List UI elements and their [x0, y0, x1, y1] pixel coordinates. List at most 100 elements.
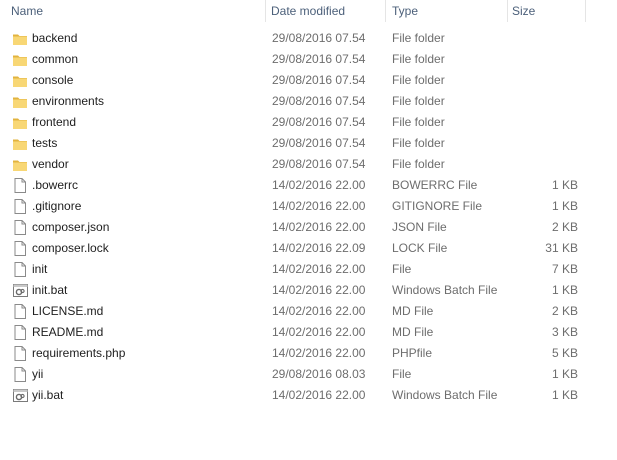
file-size: 2 KB — [551, 304, 578, 318]
file-icon — [12, 259, 28, 280]
file-date-modified: 14/02/2016 22.00 — [272, 262, 366, 276]
file-size — [509, 70, 578, 91]
folder-icon — [12, 133, 28, 154]
file-type: File — [392, 262, 412, 276]
column-divider[interactable] — [265, 0, 266, 22]
folder-icon — [12, 154, 28, 175]
file-date-modified: 29/08/2016 07.54 — [272, 136, 366, 150]
file-row[interactable]: vendor 29/08/2016 07.54 File folder — [0, 154, 617, 175]
file-icon — [12, 343, 28, 364]
file-date-modified: 29/08/2016 08.03 — [272, 367, 366, 381]
file-date-modified: 29/08/2016 07.54 — [272, 73, 366, 87]
file-date-modified: 14/02/2016 22.00 — [272, 220, 366, 234]
file-name: LICENSE.md — [32, 304, 104, 318]
file-row[interactable]: backend 29/08/2016 07.54 File folder — [0, 28, 617, 49]
file-date-modified: 29/08/2016 07.54 — [272, 31, 366, 45]
file-row[interactable]: yii 29/08/2016 08.03 File 1 KB — [0, 364, 617, 385]
file-date-modified: 29/08/2016 07.54 — [272, 157, 366, 171]
file-size — [509, 112, 578, 133]
file-date-modified: 14/02/2016 22.00 — [272, 325, 366, 339]
file-row[interactable]: yii.bat 14/02/2016 22.00 Windows Batch Fil… — [0, 385, 617, 406]
file-date-modified: 14/02/2016 22.00 — [272, 304, 366, 318]
file-type: File folder — [392, 157, 445, 171]
file-type: MD File — [392, 325, 434, 339]
file-row[interactable]: init.bat 14/02/2016 22.00 Windows Batch Fi… — [0, 280, 617, 301]
column-divider[interactable] — [385, 0, 386, 22]
column-header-bar: Name Date modified Type Size — [0, 0, 617, 24]
file-name: composer.lock — [32, 241, 109, 255]
batch-file-icon — [12, 280, 28, 301]
file-date-modified: 29/08/2016 07.54 — [272, 94, 366, 108]
file-list: backend 29/08/2016 07.54 File folder common… — [0, 28, 617, 406]
column-header-type[interactable]: Type — [389, 0, 508, 24]
file-size: 2 KB — [551, 220, 578, 234]
file-name: frontend — [32, 115, 77, 129]
file-name: backend — [32, 31, 78, 45]
file-name: composer.json — [32, 220, 110, 234]
file-size: 3 KB — [551, 325, 578, 339]
file-type: File — [392, 367, 412, 381]
column-header-date-modified[interactable]: Date modified — [268, 0, 386, 24]
file-date-modified: 14/02/2016 22.00 — [272, 283, 366, 297]
file-size: 1 KB — [551, 388, 578, 402]
file-name: init.bat — [32, 283, 68, 297]
file-icon — [12, 301, 28, 322]
file-type: LOCK File — [392, 241, 448, 255]
file-name: .gitignore — [32, 199, 82, 213]
file-row[interactable]: .gitignore 14/02/2016 22.00 GITIGNORE File… — [0, 196, 617, 217]
file-type: PHPfile — [392, 346, 433, 360]
column-header-type-label: Type — [392, 4, 419, 18]
column-header-name[interactable]: Name — [8, 0, 266, 24]
file-row[interactable]: .bowerrc 14/02/2016 22.00 BOWERRC File 1 KB — [0, 175, 617, 196]
file-name: requirements.php — [32, 346, 126, 360]
file-type: JSON File — [392, 220, 447, 234]
folder-icon — [12, 70, 28, 91]
file-date-modified: 14/02/2016 22.00 — [272, 199, 366, 213]
file-size: 7 KB — [551, 262, 578, 276]
file-type: File folder — [392, 31, 445, 45]
file-icon — [12, 196, 28, 217]
column-header-name-label: Name — [11, 4, 44, 18]
folder-icon — [12, 28, 28, 49]
file-date-modified: 14/02/2016 22.00 — [272, 346, 366, 360]
column-header-size[interactable]: Size — [509, 0, 586, 24]
column-header-size-label: Size — [512, 4, 536, 18]
file-name: .bowerrc — [32, 178, 79, 192]
file-date-modified: 14/02/2016 22.09 — [272, 241, 366, 255]
column-divider[interactable] — [585, 0, 586, 22]
file-icon — [12, 364, 28, 385]
file-name: vendor — [32, 157, 69, 171]
file-row[interactable]: environments 29/08/2016 07.54 File folder — [0, 91, 617, 112]
file-row[interactable]: requirements.php 14/02/2016 22.00 PHPfile 5… — [0, 343, 617, 364]
column-divider[interactable] — [507, 0, 508, 22]
file-size — [509, 49, 578, 70]
file-type: File folder — [392, 52, 445, 66]
file-type: File folder — [392, 136, 445, 150]
file-row[interactable]: composer.json 14/02/2016 22.00 JSON File 2 … — [0, 217, 617, 238]
file-row[interactable]: composer.lock 14/02/2016 22.09 LOCK File 31… — [0, 238, 617, 259]
file-icon — [12, 238, 28, 259]
folder-icon — [12, 49, 28, 70]
file-size — [509, 91, 578, 112]
file-row[interactable]: console 29/08/2016 07.54 File folder — [0, 70, 617, 91]
file-date-modified: 14/02/2016 22.00 — [272, 388, 366, 402]
file-name: yii.bat — [32, 388, 64, 402]
file-size: 31 KB — [545, 241, 578, 255]
column-header-date-label: Date modified — [271, 4, 346, 18]
file-row[interactable]: init 14/02/2016 22.00 File 7 KB — [0, 259, 617, 280]
file-row[interactable]: LICENSE.md 14/02/2016 22.00 MD File 2 KB — [0, 301, 617, 322]
file-type: File folder — [392, 73, 445, 87]
file-icon — [12, 175, 28, 196]
file-row[interactable]: tests 29/08/2016 07.54 File folder — [0, 133, 617, 154]
file-icon — [12, 217, 28, 238]
file-name: yii — [32, 367, 44, 381]
file-row[interactable]: common 29/08/2016 07.54 File folder — [0, 49, 617, 70]
file-row[interactable]: README.md 14/02/2016 22.00 MD File 3 KB — [0, 322, 617, 343]
file-row[interactable]: frontend 29/08/2016 07.54 File folder — [0, 112, 617, 133]
file-name: common — [32, 52, 79, 66]
file-size: 1 KB — [551, 367, 578, 381]
batch-file-icon — [12, 385, 28, 406]
file-date-modified: 29/08/2016 07.54 — [272, 52, 366, 66]
file-name: init — [32, 262, 48, 276]
file-type: File folder — [392, 94, 445, 108]
